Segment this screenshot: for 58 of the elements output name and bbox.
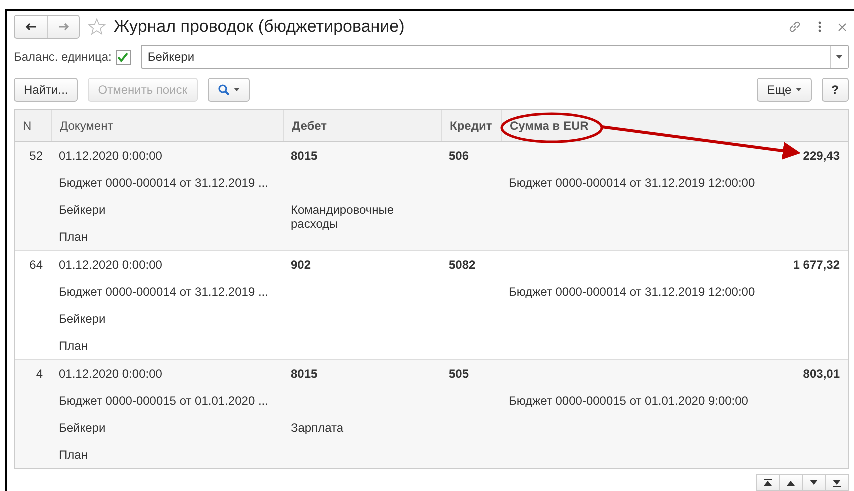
to-top-arrow-icon xyxy=(763,478,773,486)
search-menu-button[interactable] xyxy=(208,78,250,102)
column-header[interactable]: N xyxy=(15,110,51,141)
window-title: Журнал проводок (бюджетирование) xyxy=(114,17,406,37)
up-arrow-icon xyxy=(786,478,796,486)
table-cell-text: 1 677,32 xyxy=(792,257,841,274)
table-cell-text: 52 xyxy=(28,148,44,165)
page-up-button[interactable] xyxy=(779,474,803,491)
column-header[interactable]: Кредит xyxy=(441,110,501,141)
table-cell-text: Командировочные расходы xyxy=(290,202,396,233)
table-cell-text: 229,43 xyxy=(802,148,841,165)
table-cell-text: 506 xyxy=(448,148,470,165)
star-icon[interactable] xyxy=(88,18,106,36)
last-page-button[interactable] xyxy=(825,474,849,491)
table-cell-text: Бейкери xyxy=(58,311,107,328)
caret-icon xyxy=(234,88,240,92)
table-cell-text: 01.12.2020 0:00:00 xyxy=(58,257,164,274)
help-button[interactable]: ? xyxy=(822,78,849,102)
filter-checkbox[interactable] xyxy=(116,50,131,64)
table-cell-text: 803,01 xyxy=(802,366,841,383)
column-header[interactable]: Дебет xyxy=(283,110,441,141)
table-cell-text: Бюджет 0000-000015 от 01.01.2020 ... xyxy=(58,393,270,410)
table-cell-text: Бюджет 0000-000015 от 01.01.2020 9:00:00 xyxy=(508,393,750,410)
search-icon xyxy=(218,84,230,96)
forward-arrow-icon xyxy=(58,23,70,31)
table-cell-text: 01.12.2020 0:00:00 xyxy=(58,366,164,383)
table-cell-text: 8015 xyxy=(290,366,319,383)
toolbar-button[interactable]: Найти... xyxy=(14,78,78,102)
dropdown-button[interactable] xyxy=(830,46,848,68)
first-page-button[interactable] xyxy=(756,474,780,491)
table-cell-text: Зарплата xyxy=(290,420,345,437)
filter-label: Баланс. единица: xyxy=(14,50,112,64)
table-cell-text: План xyxy=(58,447,89,464)
table-cell-text: План xyxy=(58,338,89,355)
table-cell-text: Бюджет 0000-000014 от 31.12.2019 ... xyxy=(58,175,270,192)
page-down-button[interactable] xyxy=(802,474,826,491)
caret-icon xyxy=(796,88,802,92)
table-cell-text: 8015 xyxy=(290,148,319,165)
caret-icon xyxy=(836,55,843,59)
table-cell-text: Бюджет 0000-000014 от 31.12.2019 12:00:00 xyxy=(508,175,756,192)
table-cell-text: План xyxy=(58,229,89,246)
company-field[interactable]: Бейкери xyxy=(140,45,849,69)
more-button[interactable]: Еще xyxy=(757,78,812,102)
table-cell-text: 5082 xyxy=(448,257,477,274)
table-cell-text: 01.12.2020 0:00:00 xyxy=(58,148,164,165)
back-arrow-icon xyxy=(25,23,37,31)
table-cell-text: 902 xyxy=(290,257,312,274)
table-cell-text: Бейкери xyxy=(58,202,107,219)
table-cell-text: Бюджет 0000-000014 от 31.12.2019 12:00:00 xyxy=(508,284,756,301)
down-arrow-icon xyxy=(809,478,819,486)
to-bottom-arrow-icon xyxy=(832,478,842,486)
table-cell-text: Бюджет 0000-000014 от 31.12.2019 ... xyxy=(58,284,270,301)
table-cell-text: 4 xyxy=(35,366,44,383)
table-cell-text: 505 xyxy=(448,366,470,383)
column-header[interactable]: Документ xyxy=(51,110,283,141)
table-cell-text: 64 xyxy=(28,257,44,274)
table-cell-text: Бейкери xyxy=(58,420,107,437)
column-header[interactable]: Сумма в EUR xyxy=(501,110,848,141)
